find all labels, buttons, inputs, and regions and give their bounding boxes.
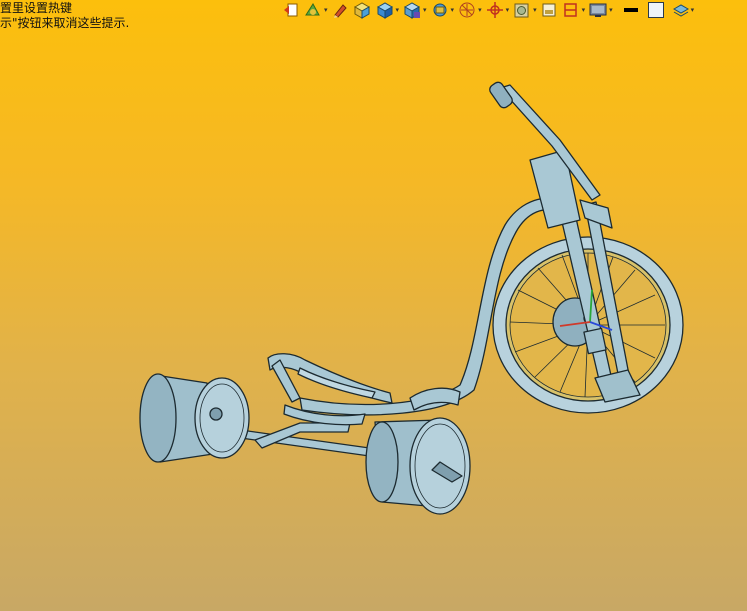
drift-trike-3d-model[interactable] [0,0,747,611]
rear-right-drum-wheel [365,417,471,515]
fork-hub [583,327,607,355]
rear-left-drum-wheel [139,373,250,463]
